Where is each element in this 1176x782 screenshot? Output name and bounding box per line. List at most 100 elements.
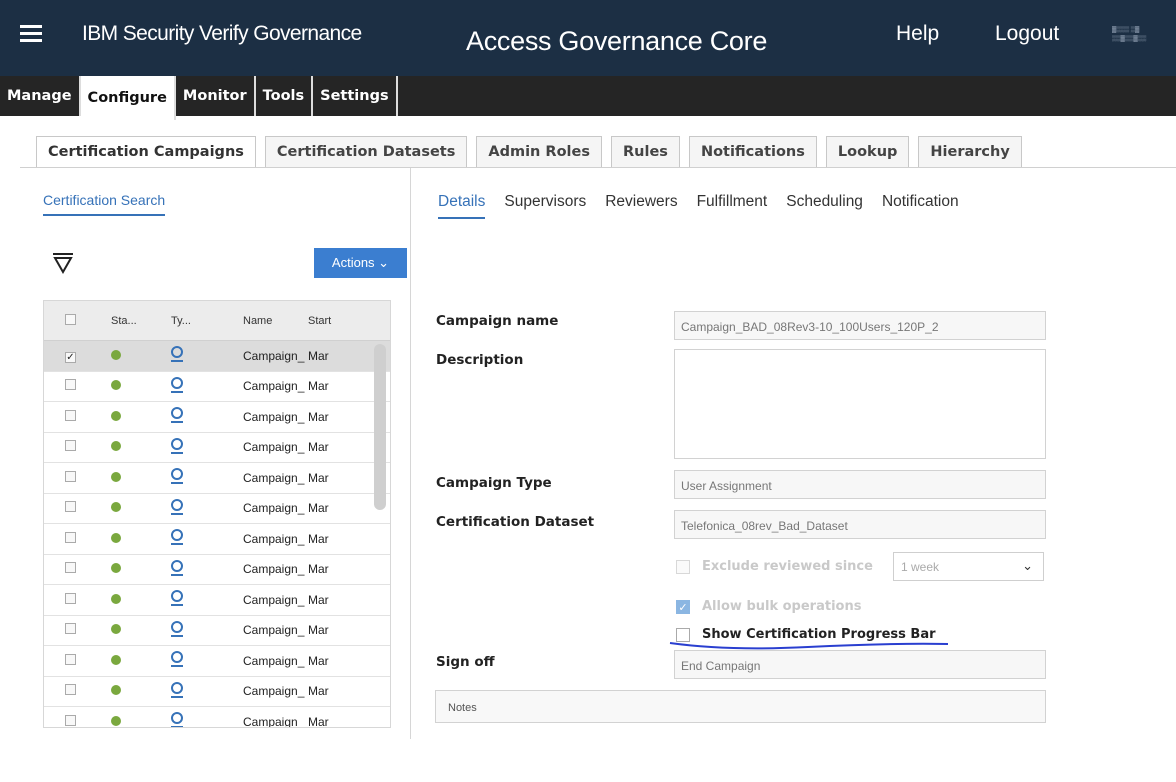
table-row[interactable]: Campaign_ Mar: [44, 463, 390, 494]
row-checkbox[interactable]: [65, 562, 76, 574]
row-checkbox[interactable]: [65, 653, 76, 665]
start-date-cell: Mar: [308, 592, 329, 607]
hamburger-menu-icon[interactable]: [20, 25, 42, 43]
table-row[interactable]: Campaign_ Mar: [44, 494, 390, 524]
row-checkbox[interactable]: [65, 470, 76, 482]
campaign-name-cell[interactable]: Campaign_: [213, 471, 308, 485]
menu-configure[interactable]: Configure: [80, 76, 176, 120]
campaign-name-cell[interactable]: Campaign_: [213, 623, 308, 637]
tab-hierarchy[interactable]: Hierarchy: [918, 136, 1022, 167]
exclude-period-select[interactable]: 1 week ⌄: [893, 552, 1044, 581]
campaign-name-cell[interactable]: Campaign_: [213, 654, 308, 668]
campaign-name-cell[interactable]: Campaign_: [213, 684, 308, 698]
bulk-operations-checkbox[interactable]: ✓: [676, 599, 690, 614]
certification-dataset-field[interactable]: Telefonica_08rev_Bad_Dataset: [674, 510, 1046, 539]
description-field[interactable]: [674, 349, 1046, 459]
user-type-icon[interactable]: [171, 712, 183, 727]
campaign-name-cell[interactable]: Campaign_: [213, 593, 308, 607]
user-type-icon[interactable]: [171, 529, 183, 546]
row-checkbox[interactable]: [65, 440, 76, 452]
table-row[interactable]: Campaign_ Mar: [44, 616, 390, 646]
table-row[interactable]: Campaign_ Mar: [44, 646, 390, 677]
user-type-icon[interactable]: [171, 468, 183, 485]
tab-certification-datasets[interactable]: Certification Datasets: [264, 136, 468, 167]
row-checkbox[interactable]: [65, 531, 76, 543]
user-type-icon[interactable]: [171, 498, 183, 515]
tab-reviewers[interactable]: Reviewers: [605, 193, 677, 219]
product-name: IBM Security Verify Governance: [82, 22, 362, 45]
table-row[interactable]: Campaign_ Mar: [44, 585, 390, 616]
user-type-icon[interactable]: [171, 407, 183, 424]
tab-lookup[interactable]: Lookup: [825, 136, 910, 167]
row-checkbox[interactable]: [65, 379, 76, 391]
campaign-name-cell[interactable]: Campaign_: [213, 715, 308, 727]
table-row[interactable]: Campaign_ Mar: [44, 433, 390, 463]
notes-section[interactable]: Notes: [435, 690, 1046, 723]
campaign-name-cell[interactable]: Campaign_: [213, 379, 308, 393]
grid-body: ✓ Campaign_ Mar Campaign_ Mar Campaign_ Mar Cam…: [44, 341, 390, 727]
campaign-name-cell[interactable]: Campaign_: [213, 440, 308, 454]
status-ok-icon: [111, 349, 121, 360]
tab-supervisors[interactable]: Supervisors: [504, 193, 586, 219]
row-checkbox[interactable]: [65, 409, 76, 421]
user-type-icon[interactable]: [171, 590, 183, 607]
sign-off-field[interactable]: End Campaign: [674, 650, 1046, 679]
column-type[interactable]: Ty...: [155, 315, 213, 327]
status-ok-icon: [111, 471, 121, 482]
column-start[interactable]: Start: [308, 315, 338, 327]
row-checkbox[interactable]: [65, 684, 76, 696]
tab-details[interactable]: Details: [438, 193, 486, 219]
column-status[interactable]: Sta...: [92, 315, 155, 327]
row-checkbox[interactable]: ✓: [65, 351, 76, 363]
user-type-icon[interactable]: [171, 346, 183, 363]
user-type-icon[interactable]: [171, 559, 183, 576]
exclude-reviewed-checkbox[interactable]: [676, 559, 690, 574]
campaign-name-cell[interactable]: Campaign_: [213, 501, 308, 515]
details-tabs: Details Supervisors Reviewers Fulfillmen…: [438, 193, 978, 219]
certification-search-tab[interactable]: Certification Search: [43, 192, 166, 216]
tab-notification[interactable]: Notification: [882, 193, 959, 219]
tab-scheduling[interactable]: Scheduling: [786, 193, 863, 219]
help-link[interactable]: Help: [896, 22, 939, 46]
logout-link[interactable]: Logout: [995, 22, 1059, 46]
grid-scrollbar[interactable]: [374, 344, 386, 510]
menu-manage[interactable]: Manage: [0, 76, 81, 116]
tab-rules[interactable]: Rules: [611, 136, 680, 167]
campaign-type-field[interactable]: User Assignment: [674, 470, 1046, 499]
table-row[interactable]: Campaign_ Mar: [44, 555, 390, 585]
row-checkbox[interactable]: [65, 501, 76, 513]
campaign-name-cell[interactable]: Campaign_: [213, 562, 308, 576]
tab-admin-roles[interactable]: Admin Roles: [476, 136, 602, 167]
filter-icon[interactable]: [52, 252, 74, 274]
campaign-name-cell[interactable]: Campaign_: [213, 410, 308, 424]
tab-notifications[interactable]: Notifications: [688, 136, 817, 167]
table-row[interactable]: Campaign_ Mar: [44, 402, 390, 433]
start-date-cell: Mar: [308, 531, 329, 546]
table-row[interactable]: Campaign_ Mar: [44, 524, 390, 555]
campaign-name-cell[interactable]: Campaign_: [213, 349, 308, 363]
menu-monitor[interactable]: Monitor: [176, 76, 256, 116]
row-checkbox[interactable]: [65, 714, 76, 726]
row-checkbox[interactable]: [65, 592, 76, 604]
table-row[interactable]: ✓ Campaign_ Mar: [44, 341, 390, 372]
user-type-icon[interactable]: [171, 681, 183, 698]
user-type-icon[interactable]: [171, 376, 183, 393]
tab-fulfillment[interactable]: Fulfillment: [697, 193, 768, 219]
table-row[interactable]: Campaign_ Mar: [44, 677, 390, 707]
actions-button[interactable]: Actions ⌄: [314, 248, 407, 278]
menu-tools[interactable]: Tools: [256, 76, 314, 116]
user-type-icon[interactable]: [171, 651, 183, 668]
sign-off-label: Sign off: [436, 654, 495, 670]
tab-certification-campaigns[interactable]: Certification Campaigns: [36, 136, 256, 167]
status-ok-icon: [111, 654, 121, 665]
row-checkbox[interactable]: [65, 623, 76, 635]
user-type-icon[interactable]: [171, 437, 183, 454]
campaign-name-cell[interactable]: Campaign_: [213, 532, 308, 546]
select-all-checkbox[interactable]: [65, 313, 76, 325]
menu-settings[interactable]: Settings: [313, 76, 398, 116]
column-name[interactable]: Name: [213, 315, 308, 327]
table-row[interactable]: Campaign_ Mar: [44, 707, 390, 727]
table-row[interactable]: Campaign_ Mar: [44, 372, 390, 402]
campaign-name-field[interactable]: Campaign_BAD_08Rev3-10_100Users_120P_2: [674, 311, 1046, 340]
user-type-icon[interactable]: [171, 620, 183, 637]
